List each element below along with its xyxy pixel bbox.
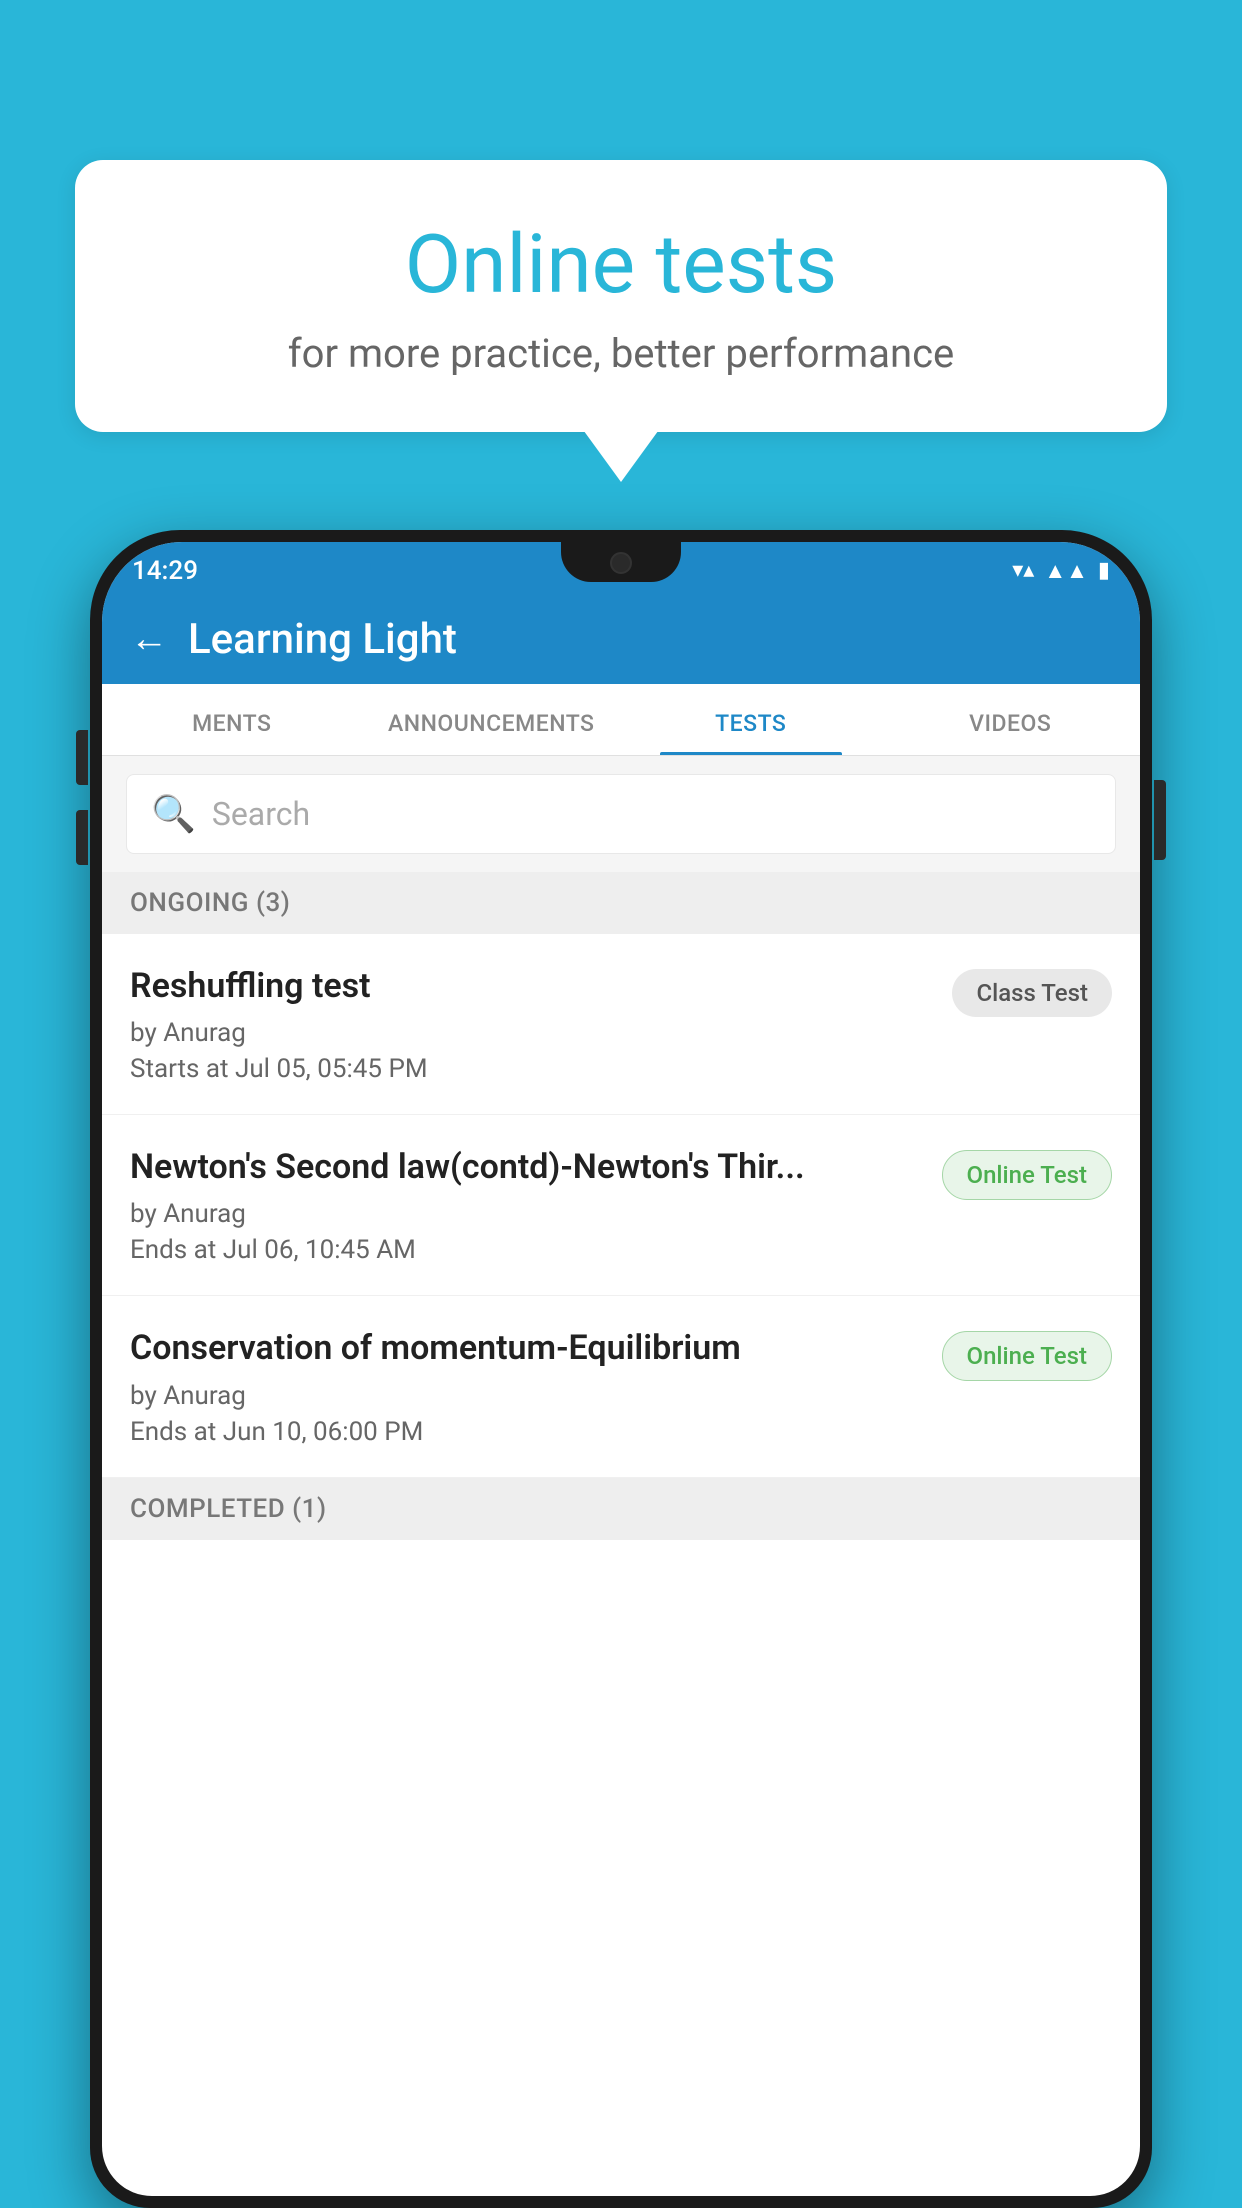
app-title: Learning Light [188,615,457,664]
test-list: Reshuffling test by Anurag Starts at Jul… [102,934,1140,1478]
test-badge-online: Online Test [942,1331,1112,1381]
status-icons: ▾▴ ▲▲ ▮ [1012,558,1110,584]
status-time: 14:29 [132,556,198,586]
volume-down-button [76,810,88,865]
search-placeholder: Search [212,795,310,833]
completed-section-header: COMPLETED (1) [102,1478,1140,1540]
promo-card: Online tests for more practice, better p… [75,160,1167,432]
phone-notch [561,542,681,582]
wifi-icon: ▾▴ [1012,558,1034,583]
test-badge-class: Class Test [952,969,1112,1017]
tab-videos[interactable]: VIDEOS [881,710,1141,755]
phone-frame: 14:29 ▾▴ ▲▲ ▮ ← Learning Light MENTS ANN… [90,530,1152,2208]
test-date: Ends at Jul 06, 10:45 AM [130,1235,922,1265]
test-author: by Anurag [130,1381,922,1411]
search-bar[interactable]: 🔍 Search [126,774,1116,854]
test-date: Starts at Jul 05, 05:45 PM [130,1054,932,1084]
tab-tests[interactable]: TESTS [621,710,881,755]
tab-ments[interactable]: MENTS [102,710,362,755]
search-container: 🔍 Search [102,756,1140,872]
back-button[interactable]: ← [130,617,168,661]
test-info: Reshuffling test by Anurag Starts at Jul… [130,964,932,1084]
test-author: by Anurag [130,1199,922,1229]
tab-announcements[interactable]: ANNOUNCEMENTS [362,710,622,755]
test-name: Newton's Second law(contd)-Newton's Thir… [130,1145,922,1189]
test-date: Ends at Jun 10, 06:00 PM [130,1417,922,1447]
test-badge-online: Online Test [942,1150,1112,1200]
test-item[interactable]: Newton's Second law(contd)-Newton's Thir… [102,1115,1140,1296]
phone-screen: 14:29 ▾▴ ▲▲ ▮ ← Learning Light MENTS ANN… [102,542,1140,2196]
app-header: ← Learning Light [102,594,1140,684]
signal-icon: ▲▲ [1044,558,1088,584]
test-name: Reshuffling test [130,964,932,1008]
search-icon: 🔍 [151,793,196,835]
promo-title: Online tests [135,220,1107,310]
test-name: Conservation of momentum-Equilibrium [130,1326,922,1370]
battery-icon: ▮ [1098,558,1110,583]
test-item[interactable]: Reshuffling test by Anurag Starts at Jul… [102,934,1140,1115]
test-item[interactable]: Conservation of momentum-Equilibrium by … [102,1296,1140,1477]
power-button [1154,780,1166,860]
test-author: by Anurag [130,1018,932,1048]
front-camera [610,552,632,574]
volume-up-button [76,730,88,785]
tab-bar: MENTS ANNOUNCEMENTS TESTS VIDEOS [102,684,1140,756]
ongoing-section-header: ONGOING (3) [102,872,1140,934]
promo-subtitle: for more practice, better performance [135,330,1107,377]
test-info: Newton's Second law(contd)-Newton's Thir… [130,1145,922,1265]
test-info: Conservation of momentum-Equilibrium by … [130,1326,922,1446]
